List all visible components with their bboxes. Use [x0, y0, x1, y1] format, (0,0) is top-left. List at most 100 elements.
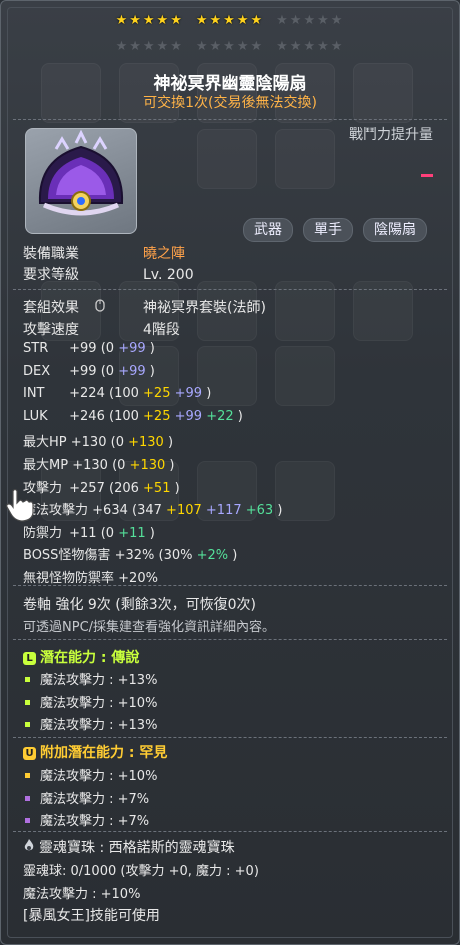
star-icon: ★ [223, 13, 237, 28]
potential-line-text: 魔法攻擊力 : +10% [40, 769, 158, 784]
potential-header: L 潛在能力 : 傳說 [23, 647, 139, 667]
rare-badge-icon: U [23, 747, 36, 760]
stat-total: +257 [69, 480, 105, 496]
set-effect-value: 神祕冥界套裝(法師) [143, 300, 266, 316]
stat-row: 無視怪物防禦率 +20% [23, 567, 158, 586]
divider-req [13, 289, 447, 291]
stat-base: (100 [109, 386, 139, 402]
stat-close: ) [149, 525, 155, 541]
star-force-row-1: ★★★★★ ★★★★★ ★★★★★ [1, 13, 459, 28]
legendary-badge-icon: L [23, 652, 36, 665]
star-group: ★★★★★ [276, 39, 344, 54]
potential-line: 魔法攻擊力 : +10% [23, 692, 157, 711]
background-slot [197, 129, 257, 189]
stat-close: ) [149, 363, 155, 379]
scroll-upgrade-line: 卷軸 強化 9次 (剩餘3次，可恢復0次) [23, 597, 256, 613]
star-icon: ★ [317, 39, 331, 54]
stat-bonus: +99 [174, 408, 203, 424]
bullet-icon [25, 677, 30, 682]
star-icon: ★ [156, 13, 171, 28]
hand-cursor-icon [6, 488, 34, 522]
bullet-icon [25, 818, 30, 823]
stat-total: +130 [70, 435, 107, 451]
stat-name: 防禦力 [23, 525, 63, 541]
stat-bonus: +117 [205, 503, 242, 519]
stat-close: ) [174, 480, 180, 496]
stat-total: +224 [69, 386, 105, 402]
divider-soul [13, 831, 447, 833]
star-icon: ★ [303, 39, 318, 54]
stat-bonus: +99 [174, 386, 203, 402]
stat-base: (0 [112, 458, 126, 473]
stat-row: BOSS怪物傷害 +32% (30% +2% ) [23, 544, 237, 563]
additional-potential-title: 附加潛在能力 : 罕見 [40, 745, 168, 761]
combat-power-label: 戰鬥力提升量 [349, 127, 433, 143]
star-icon: ★ [170, 39, 184, 54]
stat-row: 魔法攻擊力 +634 (347 +107 +117 +63 ) [23, 499, 282, 518]
star-icon: ★ [317, 13, 331, 28]
potential-line: 魔法攻擊力 : +13% [23, 669, 157, 688]
potential-line-text: 魔法攻擊力 : +7% [40, 791, 150, 807]
star-icon: ★ [330, 13, 345, 28]
star-group: ★★★★★ [276, 13, 344, 28]
item-tooltip: ★★★★★ ★★★★★ ★★★★★ ★★★★★ ★★★★★ ★★★★★ 神祕冥界幽靈陰陽… [0, 0, 460, 945]
soul-gauge: 靈魂球: 0/1000 (攻擊力 +0, 魔力 : +0) [23, 864, 259, 879]
additional-potential-header: U 附加潛在能力 : 罕見 [23, 742, 167, 762]
star-icon: ★ [330, 39, 345, 54]
stat-total: +32% [114, 548, 155, 564]
tag-weapon: 武器 [243, 218, 293, 242]
star-icon: ★ [236, 13, 251, 28]
star-group: ★★★★★ [196, 13, 264, 28]
potential-line: 魔法攻擊力 : +13% [23, 714, 157, 733]
star-group: ★★★★★ [116, 39, 184, 54]
stat-row: 最大MP +130 (0 +130 ) [23, 454, 174, 473]
star-icon: ★ [209, 13, 224, 28]
star-icon: ★ [250, 13, 265, 28]
attack-speed-row: 攻擊速度 4階段 [23, 319, 180, 339]
tag-one-hand: 單手 [303, 218, 353, 242]
trade-note: 可交換1次(交易後無法交換) [143, 95, 317, 111]
stat-name: INT [23, 386, 45, 402]
stat-name: 無視怪物防禦率 [23, 571, 115, 586]
stat-total: +130 [72, 458, 108, 473]
bullet-icon [25, 722, 30, 727]
potential-line: 魔法攻擊力 : +7% [23, 810, 149, 829]
star-icon: ★ [303, 13, 318, 28]
required-job-row: 裝備職業 曉之陣 [23, 243, 185, 263]
stat-row: 防禦力 +11 (0 +11 ) [23, 522, 155, 541]
stat-total: +99 [69, 341, 97, 356]
potential-title: 潛在能力 : 傳說 [40, 650, 140, 666]
scroll-hint-line: 可透過NPC/採集建查看強化資訊詳細內容。 [23, 620, 276, 635]
stat-base: (0 [110, 435, 124, 451]
stat-bonus: +51 [143, 480, 171, 496]
stat-total: +99 [69, 363, 97, 379]
stat-close: ) [206, 386, 212, 402]
stat-close: ) [149, 341, 155, 356]
potential-line-text: 魔法攻擊力 : +13% [40, 718, 158, 733]
star-icon: ★ [115, 39, 130, 54]
stat-close: ) [167, 435, 174, 451]
soul-row: 靈魂寶珠 : 西格諾斯的靈魂寶珠 [23, 837, 235, 857]
stat-bonus: +11 [118, 525, 146, 541]
stat-bonus: +130 [128, 435, 164, 451]
stat-name: BOSS怪物傷害 [23, 548, 111, 564]
stat-row: DEX +99 (0 +99 ) [23, 364, 155, 379]
star-icon: ★ [195, 13, 210, 28]
divider-potential [13, 639, 447, 641]
soul-bonus: 魔法攻擊力 : +10% [23, 887, 141, 902]
attack-speed-label: 攻擊速度 [23, 322, 79, 338]
stat-bonus: +107 [166, 503, 202, 519]
stat-name: DEX [23, 363, 51, 379]
divider-top [13, 119, 447, 121]
stat-name: STR [23, 341, 49, 356]
attack-speed-value: 4階段 [143, 322, 180, 338]
stat-row: LUK +246 (100 +25 +99 +22 ) [23, 409, 243, 424]
star-icon: ★ [156, 39, 171, 54]
star-icon: ★ [195, 39, 210, 54]
star-icon: ★ [223, 39, 237, 54]
star-icon: ★ [209, 39, 224, 54]
fan-weapon-icon [38, 129, 124, 216]
star-icon: ★ [276, 39, 290, 54]
stat-base: (30% [158, 548, 193, 564]
stat-base: (0 [100, 525, 115, 541]
